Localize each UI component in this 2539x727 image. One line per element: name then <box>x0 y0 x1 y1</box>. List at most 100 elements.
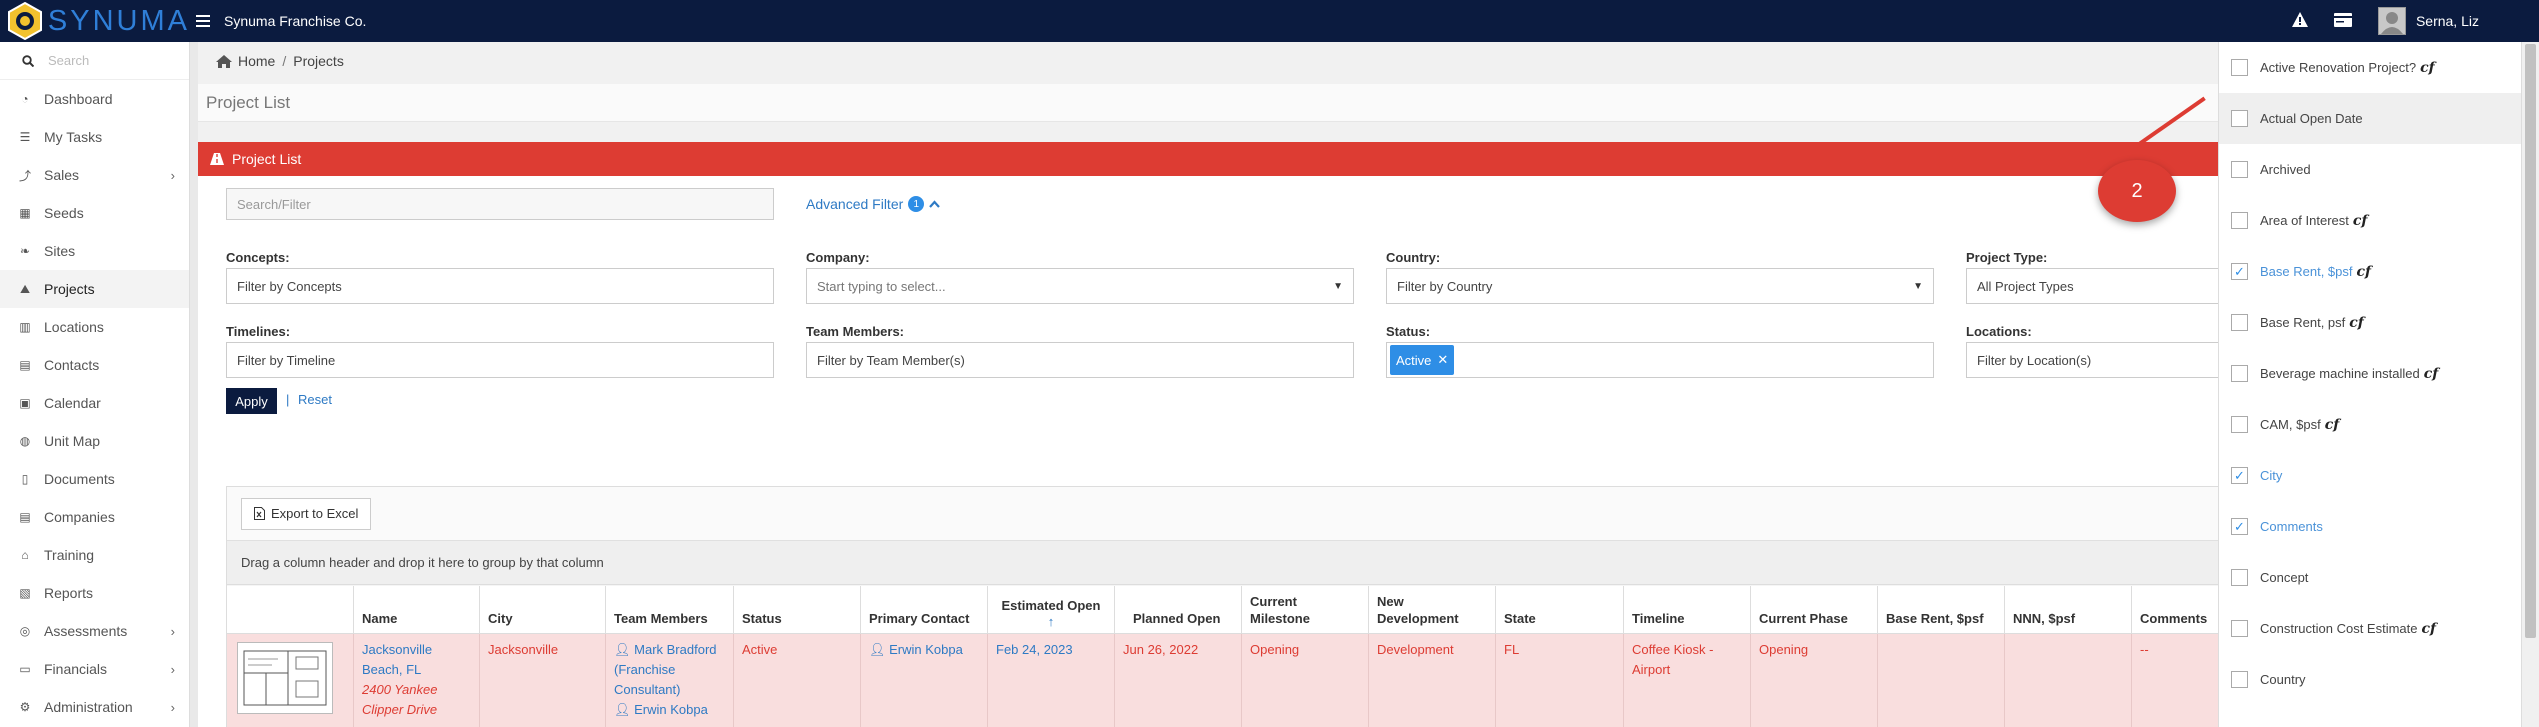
column-header-name[interactable]: Name <box>353 586 479 634</box>
sidebar-item-sites[interactable]: ❧ Sites <box>0 232 189 270</box>
checkbox[interactable] <box>2231 59 2248 76</box>
column-header-timeline[interactable]: Timeline <box>1623 586 1750 634</box>
timelines-select[interactable]: Filter by Timeline <box>226 342 774 378</box>
sidebar-item-companies[interactable]: ▤ Companies <box>0 498 189 536</box>
column-chooser-scrollbar[interactable] <box>2521 42 2539 727</box>
column-option-construction-cost-estimate[interactable]: Construction Cost Estimate cf <box>2219 603 2521 654</box>
column-option-beverage-machine-installed[interactable]: Beverage machine installed cf <box>2219 348 2521 399</box>
column-header-current-phase[interactable]: Current Phase <box>1750 586 1877 634</box>
reset-link[interactable]: Reset <box>298 392 332 407</box>
cards-icon[interactable] <box>2333 12 2352 30</box>
sidebar-item-dashboard[interactable]: ◔ Dashboard <box>0 80 189 118</box>
checkbox[interactable] <box>2231 671 2248 688</box>
checkbox[interactable] <box>2231 161 2248 178</box>
table-row[interactable]: Jacksonville Beach, FL 2400 Yankee Clipp… <box>227 634 2219 727</box>
team-members-select[interactable]: Filter by Team Member(s) <box>806 342 1354 378</box>
project-type-select[interactable]: All Project Types <box>1966 268 2218 304</box>
column-header-estimated-open[interactable]: Estimated Open ↑ <box>987 586 1114 634</box>
checkbox[interactable] <box>2231 569 2248 586</box>
column-option-area-of-interest[interactable]: Area of Interest cf <box>2219 195 2521 246</box>
company-placeholder: Start typing to select... <box>817 278 946 294</box>
checkbox[interactable] <box>2231 365 2248 382</box>
column-option-archived[interactable]: Archived <box>2219 144 2521 195</box>
checkbox[interactable] <box>2231 110 2248 127</box>
top-bar: SYNUMA Synuma Franchise Co. Serna, Liz <box>0 0 2539 42</box>
document-icon: ▯ <box>21 472 29 486</box>
cell-name[interactable]: Jacksonville Beach, FL 2400 Yankee Clipp… <box>353 634 479 727</box>
checkbox[interactable] <box>2231 416 2248 433</box>
scrollbar-thumb[interactable] <box>2525 44 2536 638</box>
column-header-team-members[interactable]: Team Members <box>605 586 733 634</box>
avatar[interactable] <box>2377 7 2406 35</box>
close-icon[interactable]: ✕ <box>1437 352 1448 368</box>
breadcrumb-home[interactable]: Home <box>238 53 275 69</box>
column-header-state[interactable]: State <box>1495 586 1623 634</box>
column-header-comments[interactable]: Comments <box>2131 586 2219 634</box>
status-tag-active[interactable]: Active ✕ <box>1390 345 1455 375</box>
checkbox[interactable]: ✓ <box>2231 467 2248 484</box>
checkbox[interactable] <box>2231 620 2248 637</box>
sidebar-item-calendar[interactable]: ▣ Calendar <box>0 384 189 422</box>
export-label: Export to Excel <box>271 506 359 521</box>
company-select[interactable]: Start typing to select... ▼ <box>806 268 1354 304</box>
sidebar-item-sales[interactable]: ⤴ Sales › <box>0 156 189 194</box>
column-option-active-renovation-project[interactable]: Active Renovation Project? cf <box>2219 42 2521 93</box>
advanced-filter-toggle[interactable]: Advanced Filter 1 <box>806 196 941 212</box>
sidebar-item-financials[interactable]: ▭ Financials › <box>0 650 189 688</box>
sidebar-item-locations[interactable]: ▥ Locations <box>0 308 189 346</box>
sidebar-item-administration[interactable]: ⚙ Administration › <box>0 688 189 726</box>
checkbox[interactable]: ✓ <box>2231 263 2248 280</box>
concepts-select[interactable]: Filter by Concepts <box>226 268 774 304</box>
sidebar-item-projects[interactable]: ⛰ Projects <box>0 270 189 308</box>
team-member-1-line3[interactable]: Consultant) <box>614 680 725 700</box>
sidebar-item-training[interactable]: ⌂ Training <box>0 536 189 574</box>
user-name[interactable]: Serna, Liz <box>2416 13 2479 29</box>
column-header-new-development[interactable]: New Development <box>1368 586 1495 634</box>
column-header-planned-open[interactable]: Planned Open <box>1114 586 1241 634</box>
sidebar-item-reports[interactable]: ▧ Reports <box>0 574 189 612</box>
sidebar-search[interactable]: Search <box>0 42 189 80</box>
sort-ascending-icon[interactable]: ↑ <box>1048 615 1055 628</box>
status-select[interactable]: Active ✕ <box>1386 342 1934 378</box>
primary-contact-name[interactable]: Erwin Kobpa <box>889 642 963 657</box>
sidebar-item-assessments[interactable]: ◎ Assessments › <box>0 612 189 650</box>
alert-icon[interactable] <box>2291 12 2308 30</box>
column-header-status[interactable]: Status <box>733 586 860 634</box>
column-header-primary-contact[interactable]: Primary Contact <box>860 586 987 634</box>
column-option-concept[interactable]: Concept <box>2219 552 2521 603</box>
sidebar-item-my-tasks[interactable]: ☰ My Tasks <box>0 118 189 156</box>
floor-plan-thumbnail[interactable] <box>237 642 333 714</box>
search-filter-input[interactable]: Search/Filter <box>226 188 774 220</box>
column-option-cam-psf[interactable]: CAM, $psf cf <box>2219 399 2521 450</box>
sidebar-item-documents[interactable]: ▯ Documents <box>0 460 189 498</box>
sidebar-item-unit-map[interactable]: ◍ Unit Map <box>0 422 189 460</box>
checkbox[interactable] <box>2231 212 2248 229</box>
team-member-1-line1[interactable]: Mark Bradford <box>634 642 716 657</box>
synuma-logo[interactable]: SYNUMA <box>0 0 190 42</box>
checkbox[interactable]: ✓ <box>2231 518 2248 535</box>
column-option-country[interactable]: Country <box>2219 654 2521 705</box>
apply-button[interactable]: Apply <box>226 388 277 414</box>
team-member-1-line2[interactable]: (Franchise <box>614 660 725 680</box>
column-option-city[interactable]: ✓ City <box>2219 450 2521 501</box>
column-option-actual-open-date[interactable]: Actual Open Date <box>2219 93 2521 144</box>
column-header-base-rent[interactable]: Base Rent, $psf <box>1877 586 2004 634</box>
sidebar-item-seeds[interactable]: ▦ Seeds <box>0 194 189 232</box>
menu-toggle-icon[interactable] <box>196 0 218 42</box>
column-option-base-rent-psf[interactable]: ✓ Base Rent, $psf cf <box>2219 246 2521 297</box>
team-member-2[interactable]: Erwin Kobpa <box>634 702 708 717</box>
column-header-nnn[interactable]: NNN, $psf <box>2004 586 2131 634</box>
export-to-excel-button[interactable]: Export to Excel <box>241 497 372 530</box>
column-option-comments[interactable]: ✓ Comments <box>2219 501 2521 552</box>
country-select[interactable]: Filter by Country ▼ <box>1386 268 1934 304</box>
column-header-current-milestone[interactable]: Current Milestone <box>1241 586 1368 634</box>
project-name-line2[interactable]: Beach, FL <box>362 660 471 680</box>
project-address-line2: Clipper Drive <box>362 702 438 718</box>
sidebar-item-contacts[interactable]: ▤ Contacts <box>0 346 189 384</box>
locations-select[interactable]: Filter by Location(s) <box>1966 342 2218 378</box>
project-name-line1[interactable]: Jacksonville <box>362 640 471 660</box>
column-header-city[interactable]: City <box>479 586 605 634</box>
column-option-base-rent-psf[interactable]: Base Rent, psf cf <box>2219 297 2521 348</box>
group-drop-area[interactable]: Drag a column header and drop it here to… <box>227 541 2218 585</box>
checkbox[interactable] <box>2231 314 2248 331</box>
